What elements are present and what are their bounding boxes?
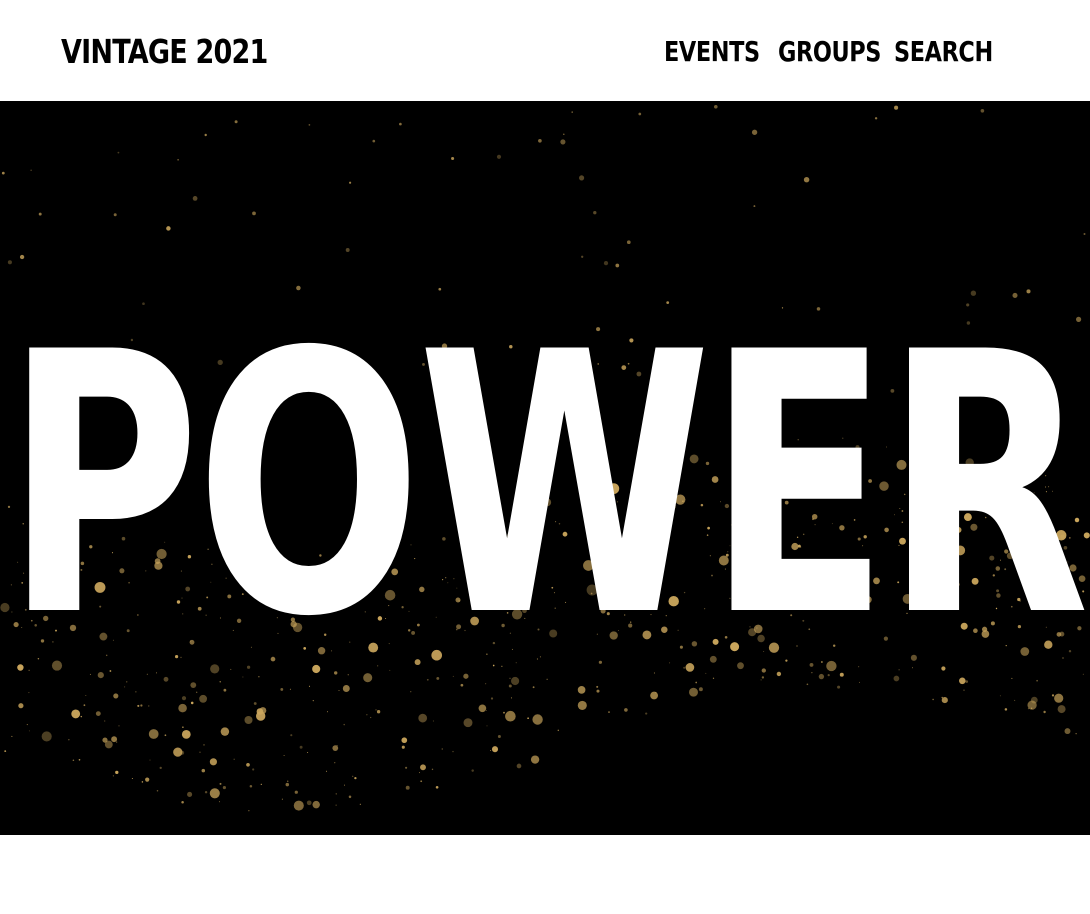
hero-banner: POWER [0,101,1090,835]
hero-headline: POWER [4,276,1090,695]
page-content-area [0,835,1090,914]
nav-groups-link[interactable]: GROUPS [778,30,881,74]
site-logo-link[interactable]: VINTAGE 2021 [61,30,268,74]
nav-search-link[interactable]: SEARCH [894,30,993,74]
site-header: VINTAGE 2021 EVENTS GROUPS SEARCH [0,0,1090,101]
nav-events-link[interactable]: EVENTS [664,30,760,74]
